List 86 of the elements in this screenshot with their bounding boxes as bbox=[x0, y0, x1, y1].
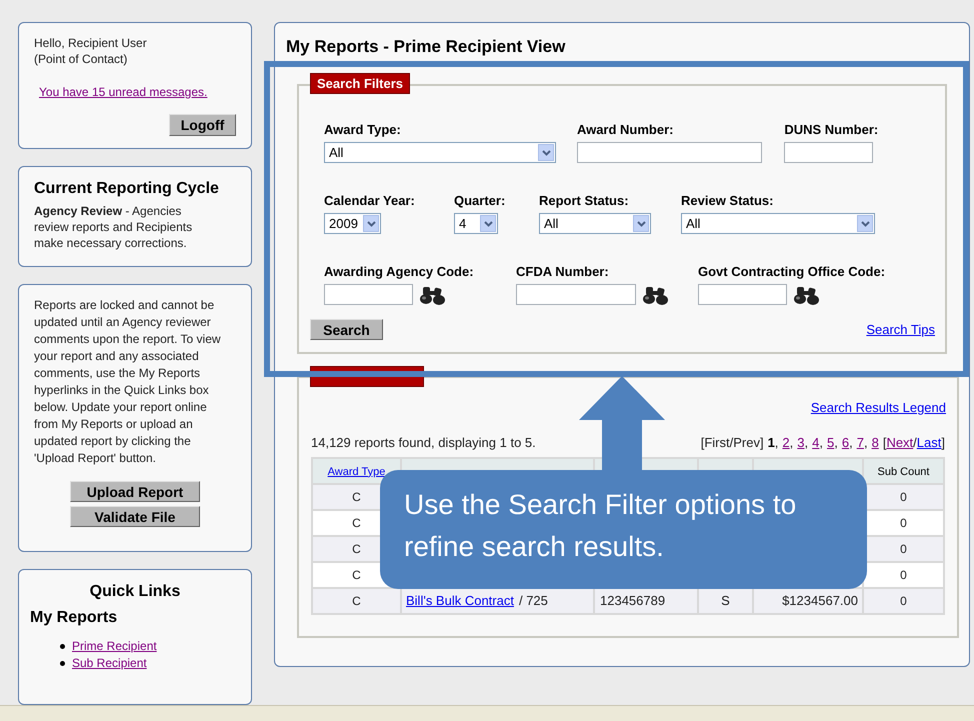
bullet-icon bbox=[60, 661, 65, 666]
binoculars-icon[interactable] bbox=[642, 284, 670, 304]
notice-text: Reports are locked and cannot be updated until an Agency reviewer comments upon the report. To view your report and any associated comments, use the My Reports hyperlinks in the Quick Links box below. Update your report online from My Reports or upload an updated report by clicking the 'Upload Report' button. bbox=[34, 297, 222, 468]
messages-link[interactable]: You have 15 unread messages. bbox=[39, 84, 208, 100]
award-link[interactable]: Bill's Bulk Contract bbox=[406, 593, 514, 608]
input-field[interactable] bbox=[784, 142, 874, 163]
greeting-text: Hello, Recipient User bbox=[34, 35, 148, 51]
dropdown[interactable]: All bbox=[539, 213, 651, 234]
page-title: My Reports - Prime Recipient View bbox=[286, 37, 566, 57]
separator-text: , bbox=[774, 434, 778, 452]
separator-text: , bbox=[834, 434, 838, 452]
input-field[interactable] bbox=[698, 284, 787, 305]
page-link[interactable]: 3 bbox=[797, 432, 805, 452]
separator-text: , bbox=[790, 434, 794, 452]
button[interactable]: Search bbox=[310, 319, 383, 340]
table-cell: $1234567.00 bbox=[782, 593, 858, 608]
next-link[interactable]: Next bbox=[886, 432, 914, 452]
cycle-description: Agency Review - Agencies review reports and Recipients make necessary corrections. bbox=[34, 203, 194, 252]
results-summary: 14,129 reports found, displaying 1 to 5. bbox=[311, 434, 536, 452]
panel-title: Quick Links bbox=[90, 582, 180, 602]
table-cell: C bbox=[352, 594, 361, 608]
input-field[interactable] bbox=[516, 284, 636, 305]
chevron-down-icon bbox=[363, 215, 379, 232]
quick-link[interactable]: Sub Recipient bbox=[72, 655, 147, 672]
bullet-icon bbox=[60, 644, 65, 650]
page-link[interactable]: 7 bbox=[856, 432, 864, 452]
chevron-down-icon bbox=[538, 144, 554, 161]
table-cell: 0 bbox=[900, 542, 907, 556]
field-label: DUNS Number: bbox=[784, 122, 880, 137]
section-heading: My Reports bbox=[30, 608, 118, 628]
field-label: Quarter: bbox=[454, 193, 506, 208]
button[interactable]: Logoff bbox=[169, 114, 236, 136]
dropdown[interactable]: All bbox=[681, 213, 875, 234]
table-cell: 0 bbox=[900, 516, 907, 530]
table-cell: C bbox=[352, 542, 361, 556]
field-label: Review Status: bbox=[681, 193, 774, 208]
page-link[interactable]: 5 bbox=[827, 432, 834, 452]
binoculars-icon[interactable] bbox=[419, 284, 447, 304]
table-cell: C bbox=[352, 516, 361, 530]
dropdown[interactable]: 4 bbox=[454, 213, 498, 234]
page-link[interactable]: 6 bbox=[842, 432, 850, 452]
separator-text: , bbox=[864, 434, 868, 452]
input-field[interactable] bbox=[576, 142, 762, 163]
page-link[interactable]: 4 bbox=[812, 432, 820, 452]
table-cell: 0 bbox=[900, 594, 907, 608]
table-cell: 0 bbox=[900, 490, 907, 504]
current-page: 1 bbox=[768, 434, 775, 452]
page-link[interactable]: 8 bbox=[872, 432, 879, 452]
input-field[interactable] bbox=[324, 284, 413, 305]
button[interactable]: Upload Report bbox=[70, 481, 200, 502]
bracket-text: [ bbox=[882, 434, 886, 452]
bracket-text: ] bbox=[941, 434, 945, 452]
button[interactable]: Validate File bbox=[70, 506, 200, 528]
field-label: Award Number: bbox=[576, 122, 674, 137]
table-cell: 0 bbox=[900, 568, 907, 582]
chevron-down-icon bbox=[633, 215, 649, 232]
panel-title: Current Reporting Cycle bbox=[34, 179, 220, 200]
chevron-down-icon bbox=[480, 215, 496, 232]
dropdown[interactable]: 2009 bbox=[324, 213, 381, 234]
field-label: Report Status: bbox=[539, 193, 630, 208]
table-cell: 123456789 bbox=[600, 593, 666, 608]
column-header: Sub Count bbox=[878, 466, 930, 478]
field-label: Award Type: bbox=[324, 122, 402, 137]
separator-text: , bbox=[819, 434, 823, 452]
page-link[interactable]: 2 bbox=[782, 432, 790, 452]
slash-text: / bbox=[913, 434, 917, 452]
table-cell: S bbox=[721, 593, 730, 608]
role-text: (Point of Contact) bbox=[34, 51, 128, 67]
separator-text: , bbox=[804, 434, 808, 452]
field-label: Govt Contracting Office Code: bbox=[698, 264, 886, 279]
table-cell: C bbox=[352, 490, 361, 504]
separator-text: , bbox=[849, 434, 853, 452]
field-label: CFDA Number: bbox=[516, 264, 610, 279]
chevron-down-icon bbox=[857, 215, 873, 232]
dropdown[interactable]: All bbox=[324, 142, 556, 163]
legend-link[interactable]: Search Results Legend bbox=[810, 398, 946, 418]
quick-link[interactable]: Prime Recipient bbox=[72, 638, 157, 656]
table-cell: C bbox=[352, 568, 361, 582]
table-cell: / 725 bbox=[518, 593, 548, 608]
binoculars-icon[interactable] bbox=[793, 284, 821, 304]
section-legend: Search Filters bbox=[310, 73, 410, 94]
field-label: Awarding Agency Code: bbox=[324, 264, 475, 279]
field-label: Calendar Year: bbox=[324, 193, 416, 208]
pagination-text: [First/Prev] bbox=[700, 434, 764, 452]
search-tips-link[interactable]: Search Tips bbox=[866, 320, 935, 340]
last-link[interactable]: Last bbox=[916, 432, 942, 452]
